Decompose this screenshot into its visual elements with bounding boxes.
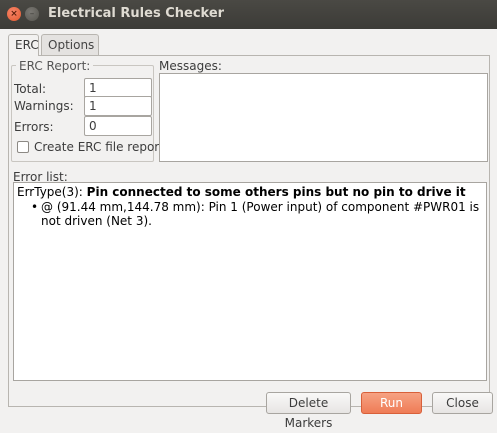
close-button[interactable]: Close — [432, 392, 493, 414]
warnings-label: Warnings: — [14, 99, 74, 113]
bullet-icon: • — [31, 200, 39, 214]
total-field[interactable]: 1 — [84, 78, 152, 98]
title-bar: × – Electrical Rules Checker — [0, 0, 497, 29]
create-report-label[interactable]: Create ERC file report — [34, 140, 164, 154]
messages-box[interactable] — [159, 73, 488, 162]
tab-erc[interactable]: ERC — [8, 34, 39, 56]
error-item[interactable]: • @ (91.44 mm,144.78 mm): Pin 1 (Power i… — [31, 200, 483, 228]
delete-markers-button[interactable]: Delete Markers — [266, 392, 351, 430]
total-label: Total: — [14, 82, 47, 96]
close-window-icon[interactable]: × — [7, 7, 21, 21]
error-type-text: Pin connected to some others pins but no… — [86, 185, 466, 199]
error-type-line: ErrType(3): Pin connected to some others… — [17, 185, 483, 200]
error-list-box[interactable]: ErrType(3): Pin connected to some others… — [13, 182, 487, 381]
errors-field[interactable]: 0 — [84, 116, 152, 136]
erc-report-title: ERC Report: — [16, 59, 94, 73]
minimize-window-icon[interactable]: – — [25, 7, 39, 21]
error-type-prefix: ErrType(3): — [17, 185, 87, 199]
create-report-checkbox[interactable] — [17, 141, 29, 153]
errors-label: Errors: — [14, 120, 54, 134]
tab-options[interactable]: Options — [41, 34, 99, 55]
window-title: Electrical Rules Checker — [48, 6, 225, 21]
run-button[interactable]: Run — [361, 392, 422, 414]
messages-label: Messages: — [159, 59, 222, 73]
warnings-field[interactable]: 1 — [84, 96, 152, 116]
error-item-text: @ (91.44 mm,144.78 mm): Pin 1 (Power inp… — [41, 200, 480, 228]
